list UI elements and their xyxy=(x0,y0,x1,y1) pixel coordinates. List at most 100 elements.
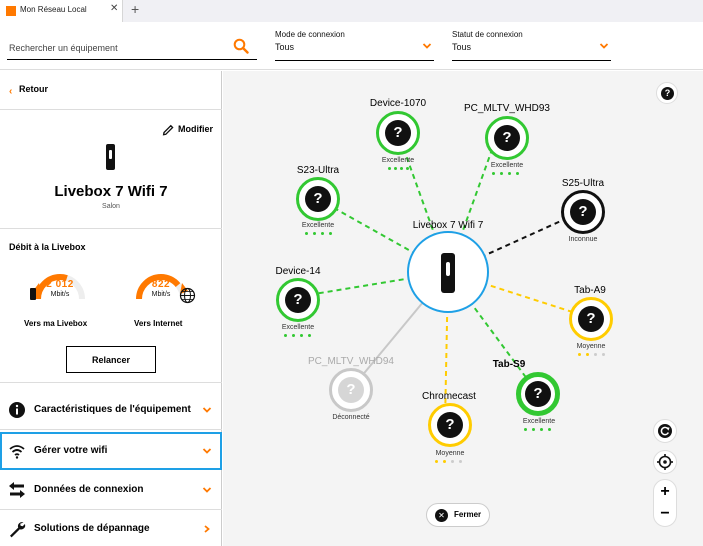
signal-dots xyxy=(435,460,475,464)
chevron-down-icon xyxy=(202,407,212,413)
new-tab-button[interactable]: + xyxy=(131,1,139,17)
signal-dots xyxy=(305,232,345,236)
device-node-pc-mltv-whd94[interactable]: ? xyxy=(329,368,373,412)
chevron-down-icon xyxy=(422,43,432,49)
question-mark-icon: ? xyxy=(385,120,411,146)
signal-dots xyxy=(492,172,532,176)
close-button[interactable]: ✕ Fermer xyxy=(426,503,490,527)
pencil-icon xyxy=(162,124,174,136)
device-node-s23-ultra[interactable]: ? xyxy=(296,177,340,221)
close-label: Fermer xyxy=(454,510,482,519)
device-status: Déconnecté xyxy=(332,414,370,421)
filter-bar: Mode de connexion Tous Statut de connexi… xyxy=(0,22,703,70)
menu-item-depannage[interactable]: Solutions de dépannage xyxy=(0,510,222,546)
livebox-small-icon xyxy=(30,288,36,300)
gauge-internet-label: Vers Internet xyxy=(134,319,183,328)
signal-dots xyxy=(388,167,428,171)
menu-item-label: Caractéristiques de l'équipement xyxy=(34,404,191,415)
menu-item-label: Solutions de dépannage xyxy=(34,523,150,534)
close-icon: ✕ xyxy=(435,509,448,522)
wifi-icon xyxy=(9,445,25,459)
search-icon[interactable] xyxy=(233,38,249,54)
question-mark-icon: ? xyxy=(437,412,463,438)
device-location: Salon xyxy=(102,203,120,210)
device-name: Device-1070 xyxy=(369,98,427,109)
mode-connexion-select[interactable]: Mode de connexion Tous xyxy=(275,30,434,61)
device-status: Moyenne xyxy=(576,343,606,350)
refresh-button[interactable] xyxy=(653,419,677,443)
device-name: Tab-A9 xyxy=(574,285,606,296)
divider xyxy=(0,429,222,430)
statut-connexion-select[interactable]: Statut de connexion Tous xyxy=(452,30,611,61)
question-mark-icon: ? xyxy=(285,287,311,313)
question-mark-icon: ? xyxy=(525,381,551,407)
browser-tab-bar: Mon Réseau Local ✕ + xyxy=(0,0,703,22)
menu-item-wifi[interactable]: Gérer votre wifi xyxy=(0,432,222,470)
menu-item-label: Gérer votre wifi xyxy=(34,445,108,456)
device-node-chromecast[interactable]: ? xyxy=(428,403,472,447)
select-underline xyxy=(275,60,434,61)
info-icon xyxy=(9,402,25,418)
relancer-button[interactable]: Relancer xyxy=(66,346,156,373)
device-name: PC_MLTV_WHD93 xyxy=(464,103,550,114)
signal-dots xyxy=(578,353,618,357)
hub-name: Livebox 7 Wifi 7 xyxy=(412,220,484,231)
network-map[interactable]: Livebox 7 Wifi 7 Device-1070 ? Excellent… xyxy=(223,71,703,546)
device-status: Excellente xyxy=(301,222,335,229)
tab-close-icon[interactable]: ✕ xyxy=(110,3,118,14)
device-node-s25-ultra[interactable]: ? xyxy=(561,190,605,234)
device-status: Excellente xyxy=(490,162,524,169)
crosshair-icon xyxy=(657,454,673,470)
device-node-tab-s9[interactable]: ? xyxy=(516,372,560,416)
gauge-livebox-value: 2 012 xyxy=(46,279,74,290)
device-detail-panel: ‹ Retour Modifier Livebox 7 Wifi 7 Salon… xyxy=(0,71,222,546)
question-mark-icon: ? xyxy=(570,199,596,225)
search-input[interactable] xyxy=(9,40,234,56)
divider xyxy=(0,109,222,110)
device-node-device-1070[interactable]: ? xyxy=(376,111,420,155)
livebox-icon xyxy=(441,253,455,293)
question-mark-icon: ? xyxy=(578,306,604,332)
mode-connexion-label: Mode de connexion xyxy=(275,30,345,39)
device-name: Device-14 xyxy=(275,266,321,277)
signal-dots xyxy=(524,428,564,432)
device-name: Chromecast xyxy=(422,391,476,402)
search-underline xyxy=(7,59,257,60)
device-name: Livebox 7 Wifi 7 xyxy=(54,183,168,200)
help-button[interactable]: ? xyxy=(656,82,678,104)
chevron-down-icon xyxy=(202,448,212,454)
device-name: S23-Ultra xyxy=(296,165,340,176)
browser-tab[interactable]: Mon Réseau Local ✕ xyxy=(0,0,123,22)
mode-connexion-value: Tous xyxy=(275,42,295,52)
livebox-hub-node[interactable] xyxy=(407,231,489,313)
device-status: Moyenne xyxy=(435,450,465,457)
device-name: Tab-S9 xyxy=(492,359,526,370)
transfer-arrows-icon xyxy=(9,482,25,498)
menu-item-label: Données de connexion xyxy=(34,484,144,495)
chevron-right-icon xyxy=(204,525,210,533)
back-label: Retour xyxy=(19,84,48,94)
recenter-button[interactable] xyxy=(653,450,677,474)
divider xyxy=(0,228,222,229)
device-status: Excellente xyxy=(522,418,556,425)
signal-dots xyxy=(284,334,324,338)
device-node-pc-mltv-whd93[interactable]: ? xyxy=(485,116,529,160)
device-name: S25-Ultra xyxy=(561,178,605,189)
device-node-tab-a9[interactable]: ? xyxy=(569,297,613,341)
statut-connexion-value: Tous xyxy=(452,42,472,52)
help-icon: ? xyxy=(661,87,674,100)
question-mark-icon: ? xyxy=(494,125,520,151)
zoom-in-button[interactable]: + xyxy=(654,481,676,503)
statut-connexion-label: Statut de connexion xyxy=(452,30,523,39)
menu-item-caracteristiques[interactable]: Caractéristiques de l'équipement xyxy=(0,391,222,429)
gauge-livebox-unit: Mbit/s xyxy=(50,291,70,298)
zoom-out-button[interactable]: − xyxy=(654,503,676,525)
menu-item-donnees-connexion[interactable]: Données de connexion xyxy=(0,471,222,509)
gauge-livebox-label: Vers ma Livebox xyxy=(24,319,88,328)
device-node-device-14[interactable]: ? xyxy=(276,278,320,322)
refresh-icon xyxy=(658,424,672,438)
tab-title: Mon Réseau Local xyxy=(20,5,87,14)
select-underline xyxy=(452,60,611,61)
zoom-controls: + − xyxy=(653,479,677,527)
question-mark-icon: ? xyxy=(338,377,364,403)
